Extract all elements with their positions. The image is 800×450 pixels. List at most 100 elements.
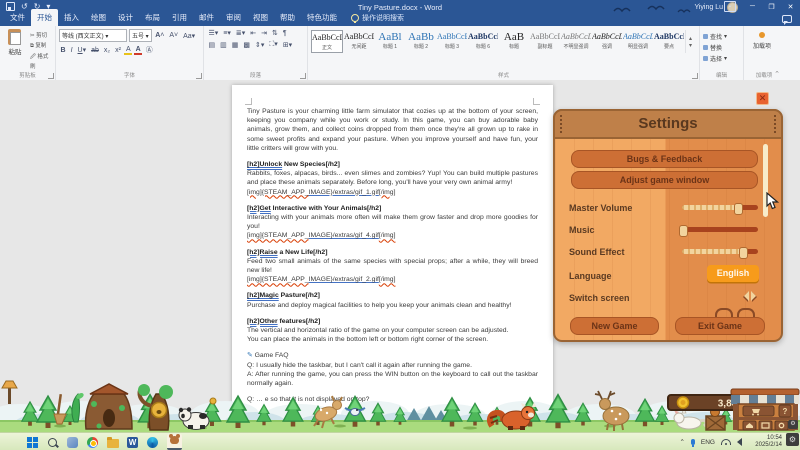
style-heading6[interactable]: AaBbCcD标题 6 bbox=[468, 30, 498, 53]
switch-screen-right-icon[interactable] bbox=[751, 291, 761, 301]
find-button[interactable]: 查找 ▾ bbox=[703, 32, 740, 41]
style-subtle-emphasis[interactable]: AaBbCcD不明显强调 bbox=[561, 30, 591, 53]
align-center-icon[interactable]: ▥ bbox=[219, 41, 229, 49]
start-button[interactable] bbox=[26, 436, 39, 449]
music-slider[interactable] bbox=[682, 227, 758, 232]
game-gear-button-small[interactable]: ⚙ bbox=[788, 420, 798, 429]
italic-icon[interactable]: I bbox=[69, 47, 74, 54]
settings-close-button[interactable]: ✕ bbox=[756, 92, 769, 105]
bullets-icon[interactable]: ☰▾ bbox=[207, 29, 220, 37]
copy-button[interactable]: ⧉ 复制 bbox=[30, 41, 52, 50]
justify-icon[interactable]: ▩ bbox=[242, 41, 252, 49]
style-no-spacing[interactable]: AaBbCcD无间距 bbox=[344, 30, 374, 53]
clipboard-dialog-launcher[interactable] bbox=[48, 73, 54, 79]
decrease-indent-icon[interactable]: ⇤ bbox=[249, 29, 258, 37]
tab-mailings[interactable]: 邮件 bbox=[193, 9, 220, 26]
game-gear-button[interactable]: ⚙ bbox=[786, 433, 799, 446]
style-heading2[interactable]: AaBb标题 2 bbox=[406, 30, 436, 53]
align-right-icon[interactable]: ▦ bbox=[230, 41, 240, 49]
language-button[interactable]: English bbox=[707, 265, 759, 282]
change-case-icon[interactable]: Aa▾ bbox=[182, 32, 197, 40]
tell-me-search[interactable]: 操作说明搜索 bbox=[351, 13, 404, 26]
cut-button[interactable]: ✂ 剪切 bbox=[30, 31, 52, 39]
styles-dialog-launcher[interactable] bbox=[692, 73, 698, 79]
tab-references[interactable]: 引用 bbox=[166, 9, 193, 26]
tab-layout[interactable]: 布局 bbox=[139, 9, 166, 26]
character-shading-icon[interactable]: Ⓐ bbox=[144, 45, 154, 55]
wifi-icon[interactable] bbox=[721, 439, 731, 445]
tab-review[interactable]: 审阅 bbox=[220, 9, 247, 26]
select-button[interactable]: 选择 ▾ bbox=[703, 54, 740, 63]
style-intense-emphasis[interactable]: AaBbCcD明显强调 bbox=[623, 30, 653, 53]
show-marks-icon[interactable]: ¶ bbox=[281, 30, 288, 37]
increase-indent-icon[interactable]: ⇥ bbox=[260, 29, 269, 37]
replace-button[interactable]: 替换 bbox=[703, 43, 740, 52]
underline-icon[interactable]: U▾ bbox=[76, 46, 88, 54]
shop-home-button[interactable] bbox=[743, 421, 756, 430]
bold-icon[interactable]: B bbox=[59, 47, 67, 54]
exit-game-button[interactable]: Exit Game bbox=[675, 317, 765, 335]
style-heading3[interactable]: AaBbCcE标题 3 bbox=[437, 30, 467, 53]
language-indicator[interactable]: ENG bbox=[701, 439, 715, 446]
slider-handle[interactable] bbox=[679, 225, 688, 237]
sort-icon[interactable]: ⇅ bbox=[271, 29, 280, 37]
tab-file[interactable]: 文件 bbox=[4, 9, 31, 26]
widgets-icon[interactable] bbox=[66, 436, 79, 449]
borders-icon[interactable]: ⊞▾ bbox=[281, 41, 293, 49]
font-dialog-launcher[interactable] bbox=[196, 73, 202, 79]
switch-screen-left-icon[interactable] bbox=[739, 291, 749, 301]
font-size-select[interactable]: 五号 ▾ bbox=[129, 29, 152, 42]
shading-icon[interactable]: ⛶▾ bbox=[268, 40, 279, 49]
tray-expand-icon[interactable]: ⌃ bbox=[679, 438, 684, 446]
tab-features[interactable]: 特色功能 bbox=[301, 9, 343, 26]
tiny-pasture-taskbar-icon[interactable] bbox=[166, 436, 182, 449]
strikethrough-icon[interactable]: ab bbox=[90, 47, 101, 54]
restore-button[interactable]: ❐ bbox=[762, 0, 781, 13]
taskbar-clock[interactable]: 10:54 2025/2/14 bbox=[755, 435, 782, 449]
style-title[interactable]: AaB标题 bbox=[499, 30, 529, 53]
shrink-font-icon[interactable]: A˅ bbox=[168, 32, 180, 39]
ribbon-display-options-icon[interactable]: ⌄ bbox=[724, 1, 736, 12]
superscript-icon[interactable]: x² bbox=[114, 47, 123, 54]
shop-help-button[interactable]: ? bbox=[779, 405, 791, 417]
addins-button[interactable]: 加载项 bbox=[747, 28, 777, 50]
close-button[interactable]: ✕ bbox=[781, 0, 800, 13]
tab-design[interactable]: 设计 bbox=[112, 9, 139, 26]
style-normal[interactable]: AaBbCcD正文 bbox=[311, 30, 343, 53]
styles-gallery-more-icon[interactable]: ▴▾ bbox=[685, 30, 695, 53]
tab-draw[interactable]: 绘图 bbox=[85, 9, 112, 26]
new-game-button[interactable]: New Game bbox=[570, 317, 659, 335]
line-spacing-icon[interactable]: ⇕▾ bbox=[254, 41, 266, 49]
slider-handle[interactable] bbox=[734, 203, 743, 215]
minimize-button[interactable]: ─ bbox=[743, 0, 762, 13]
align-left-icon[interactable]: ▤ bbox=[207, 41, 217, 49]
style-subtitle[interactable]: AaBbCcD副标题 bbox=[530, 30, 560, 53]
highlight-color-icon[interactable]: A bbox=[124, 46, 132, 55]
word-icon[interactable]: W bbox=[126, 436, 139, 449]
shop-settings-button[interactable] bbox=[775, 421, 788, 430]
slider-handle[interactable] bbox=[739, 247, 748, 259]
search-icon[interactable] bbox=[46, 436, 59, 449]
grow-font-icon[interactable]: A˄ bbox=[154, 32, 166, 39]
shop-cart-button[interactable] bbox=[743, 406, 774, 416]
numbering-icon[interactable]: ≡▾ bbox=[222, 29, 233, 37]
format-painter-button[interactable]: 🖉 格式刷 bbox=[30, 52, 52, 70]
speaker-icon[interactable] bbox=[737, 438, 742, 446]
file-explorer-icon[interactable] bbox=[106, 436, 119, 449]
sound-effect-slider[interactable] bbox=[682, 249, 758, 254]
master-volume-slider[interactable] bbox=[682, 205, 758, 210]
comments-icon[interactable] bbox=[782, 15, 792, 23]
tab-help[interactable]: 帮助 bbox=[274, 9, 301, 26]
chrome-icon[interactable] bbox=[86, 436, 99, 449]
subscript-icon[interactable]: x₂ bbox=[102, 47, 111, 54]
edge-icon[interactable] bbox=[146, 436, 159, 449]
bugs-feedback-button[interactable]: Bugs & Feedback bbox=[571, 150, 758, 168]
tab-home[interactable]: 开始 bbox=[31, 9, 58, 26]
adjust-window-button[interactable]: Adjust game window bbox=[571, 171, 758, 189]
font-color-icon[interactable]: A bbox=[134, 46, 142, 55]
multilevel-list-icon[interactable]: ≣▾ bbox=[234, 29, 246, 37]
document-text[interactable]: Tiny Pasture is your charming little far… bbox=[247, 107, 538, 411]
shop-album-button[interactable] bbox=[759, 421, 772, 430]
font-name-select[interactable]: 等线 (西文正文) ▾ bbox=[59, 29, 127, 42]
paragraph-dialog-launcher[interactable] bbox=[300, 73, 306, 79]
